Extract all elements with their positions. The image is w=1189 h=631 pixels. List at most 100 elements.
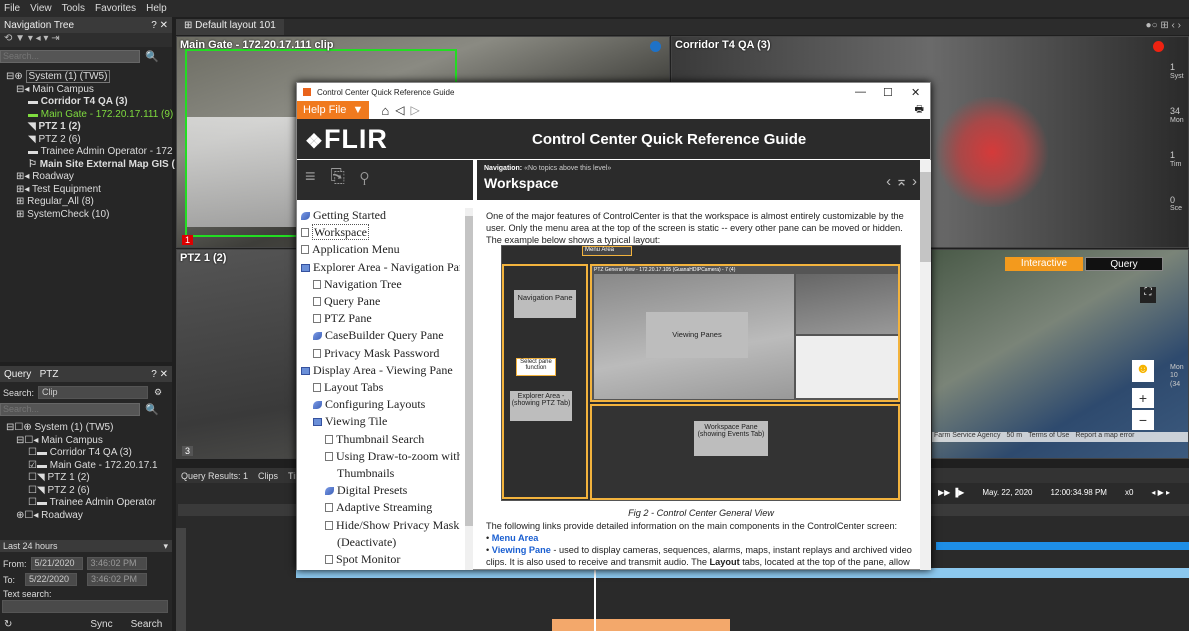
tree-item[interactable]: ⊟⊕ System (1) (TW5) bbox=[6, 70, 172, 84]
tree-item[interactable]: ◥ PTZ 1 (2) bbox=[6, 121, 172, 134]
tab-query[interactable]: Query bbox=[4, 369, 31, 380]
play-forward-icon[interactable]: ▶▶ ▐▶ bbox=[938, 488, 964, 497]
menu-tools[interactable]: Tools bbox=[62, 3, 85, 14]
pin-icon[interactable]: ? ✕ bbox=[151, 20, 168, 31]
tab-query-results[interactable]: Query Results: 1 bbox=[181, 471, 248, 481]
ptz-control-icon[interactable] bbox=[650, 41, 661, 52]
tree-item[interactable]: ⊞◂ Roadway bbox=[6, 171, 172, 184]
topic-nav-icons[interactable]: ‹ ⌅ › bbox=[886, 172, 917, 190]
close-button[interactable]: ✕ bbox=[911, 86, 920, 99]
tree-item[interactable]: ▬ Corridor T4 QA (3) bbox=[6, 96, 172, 109]
forward-icon[interactable]: ▷ bbox=[411, 103, 420, 117]
refresh-icon[interactable]: ↻ bbox=[4, 619, 12, 630]
toc-item[interactable]: Explorer Area - Navigation Pane bbox=[301, 259, 460, 276]
toc-item[interactable]: Application Menu bbox=[301, 241, 460, 258]
search-type-select[interactable]: Clip bbox=[38, 386, 149, 399]
gear-icon[interactable]: ⚙ bbox=[154, 387, 162, 398]
search-icon[interactable]: 🔍 bbox=[145, 403, 159, 416]
tree-item[interactable]: ▬ Trainee Admin Operator - 172 bbox=[6, 146, 173, 159]
help-file-button[interactable]: Help File ▼ bbox=[297, 101, 370, 119]
step-icon[interactable]: ◂ ▶ ▸ bbox=[1151, 488, 1170, 497]
back-icon[interactable]: ◁ bbox=[395, 103, 404, 117]
menu-area-link[interactable]: Menu Area bbox=[492, 533, 539, 543]
search-icon[interactable]: ⚲ bbox=[360, 166, 369, 186]
nav-search-input[interactable] bbox=[0, 49, 140, 63]
to-time-field[interactable]: 3:46:02 PM bbox=[87, 573, 148, 586]
to-date-field[interactable]: 5/22/2020 bbox=[25, 573, 78, 586]
report-link[interactable]: Report a map error bbox=[1075, 432, 1134, 442]
toc-item[interactable]: Viewing Tile bbox=[301, 413, 460, 430]
menu-icon[interactable]: ≡ bbox=[305, 166, 316, 186]
toc-item[interactable]: Privacy Mask Password bbox=[301, 345, 460, 362]
search-icon[interactable]: 🔍 bbox=[145, 50, 159, 63]
terms-link[interactable]: Terms of Use bbox=[1028, 432, 1069, 442]
menu-favorites[interactable]: Favorites bbox=[95, 3, 136, 14]
toc-item[interactable]: Hide/Show Privacy Mask bbox=[301, 517, 460, 534]
tree-item[interactable]: ⊞◂ Test Equipment bbox=[6, 184, 172, 197]
toc-item[interactable]: Configuring Layouts bbox=[301, 396, 460, 413]
toc-item[interactable]: Display Area - Viewing Pane bbox=[301, 362, 460, 379]
timeline-playhead[interactable] bbox=[594, 568, 596, 631]
toc-item[interactable]: Getting Started bbox=[301, 207, 460, 224]
maximize-button[interactable]: ☐ bbox=[883, 86, 893, 99]
tree-item[interactable]: ☐▬ Trainee Admin Operator bbox=[6, 497, 172, 510]
toc-item[interactable]: Thumbnail Search bbox=[301, 431, 460, 448]
tree-item[interactable]: ☑▬ Main Gate - 172.20.17.1 bbox=[6, 460, 172, 473]
toc-item[interactable]: Digital Presets bbox=[301, 482, 460, 499]
toc-item[interactable]: Layout Tabs bbox=[301, 379, 460, 396]
filter-icon[interactable]: ⟲ ▼ ▾ ◂ ▾ ⇥ bbox=[4, 33, 60, 44]
search-button[interactable]: Search bbox=[131, 619, 163, 630]
tree-item[interactable]: ⊟◂ Main Campus bbox=[6, 84, 172, 97]
zoom-in-button[interactable]: + bbox=[1132, 388, 1154, 408]
tree-item[interactable]: ⚐ Main Site External Map GIS ( bbox=[6, 159, 175, 172]
home-icon[interactable]: ⌂ bbox=[381, 103, 389, 118]
range-select[interactable]: Last 24 hours ▾ bbox=[0, 540, 172, 552]
toc-item[interactable]: Workspace bbox=[301, 224, 460, 241]
toc-item[interactable]: Adaptive Streaming bbox=[301, 499, 460, 516]
toc-item[interactable]: Thumbnails bbox=[301, 465, 460, 482]
query-search-input[interactable] bbox=[0, 402, 140, 416]
tree-item[interactable]: ☐◥ PTZ 2 (6) bbox=[6, 485, 172, 498]
tree-item[interactable]: ⊕☐◂ Roadway bbox=[6, 510, 172, 523]
tree-item[interactable]: ☐▬ Corridor T4 QA (3) bbox=[6, 447, 172, 460]
from-date-field[interactable]: 5/21/2020 bbox=[30, 557, 83, 570]
map-tile[interactable]: Interactive Query ⛶ ☻ + − Farm Service A… bbox=[931, 249, 1189, 459]
menu-view[interactable]: View bbox=[30, 3, 52, 14]
record-icon[interactable] bbox=[1153, 41, 1164, 52]
zoom-out-button[interactable]: − bbox=[1132, 410, 1154, 430]
toc-item[interactable]: PTZ Pane bbox=[301, 310, 460, 327]
sync-button[interactable]: Sync bbox=[90, 619, 112, 630]
toc-item[interactable]: Viewing GIS Maps bbox=[301, 568, 460, 570]
bookmark-icon[interactable]: ⎘ bbox=[331, 166, 345, 186]
tree-item[interactable]: ⊟☐◂ Main Campus bbox=[6, 435, 172, 448]
toc-item[interactable]: Spot Monitor bbox=[301, 551, 460, 568]
toc-scrollbar[interactable] bbox=[465, 208, 473, 570]
layout-tab[interactable]: ⊞ Default layout 101 bbox=[176, 19, 284, 35]
tree-item[interactable]: ▬ Main Gate - 172.20.17.111 (9) bbox=[6, 109, 173, 122]
pegman-icon[interactable]: ☻ bbox=[1132, 360, 1154, 382]
tree-item[interactable]: ⊟☐⊕ System (1) (TW5) bbox=[6, 422, 172, 435]
toc-item[interactable]: CaseBuilder Query Pane bbox=[301, 327, 460, 344]
interactive-button[interactable]: Interactive bbox=[1005, 257, 1083, 271]
toc-item[interactable]: (Deactivate) bbox=[301, 534, 460, 551]
timeline-clip-marker[interactable] bbox=[552, 619, 730, 631]
tab-clips[interactable]: Clips bbox=[258, 471, 278, 481]
menu-file[interactable]: File bbox=[4, 3, 20, 14]
menu-help[interactable]: Help bbox=[146, 3, 167, 14]
toc-item[interactable]: Query Pane bbox=[301, 293, 460, 310]
print-icon[interactable]: 🖶 bbox=[915, 102, 924, 119]
tree-item[interactable]: ◥ PTZ 2 (6) bbox=[6, 134, 172, 147]
toc-item[interactable]: Using Draw-to-zoom with bbox=[301, 448, 460, 465]
pin-icon[interactable]: ? ✕ bbox=[151, 369, 168, 380]
tree-item[interactable]: ⊞ Regular_All (8) bbox=[6, 196, 172, 209]
from-time-field[interactable]: 3:46:02 PM bbox=[86, 557, 147, 570]
content-scrollbar[interactable] bbox=[920, 160, 931, 570]
tab-ptz[interactable]: PTZ bbox=[40, 369, 59, 380]
tree-item[interactable]: ⊞ SystemCheck (10) bbox=[6, 209, 172, 222]
query-button[interactable]: Query bbox=[1085, 257, 1163, 271]
minimize-button[interactable]: — bbox=[855, 86, 866, 98]
toc-item[interactable]: Navigation Tree bbox=[301, 276, 460, 293]
layout-controls-icon[interactable]: ●○ ⊞ ‹ › bbox=[1146, 20, 1181, 31]
fullscreen-icon[interactable]: ⛶ bbox=[1140, 287, 1156, 303]
text-search-input[interactable] bbox=[2, 600, 168, 613]
